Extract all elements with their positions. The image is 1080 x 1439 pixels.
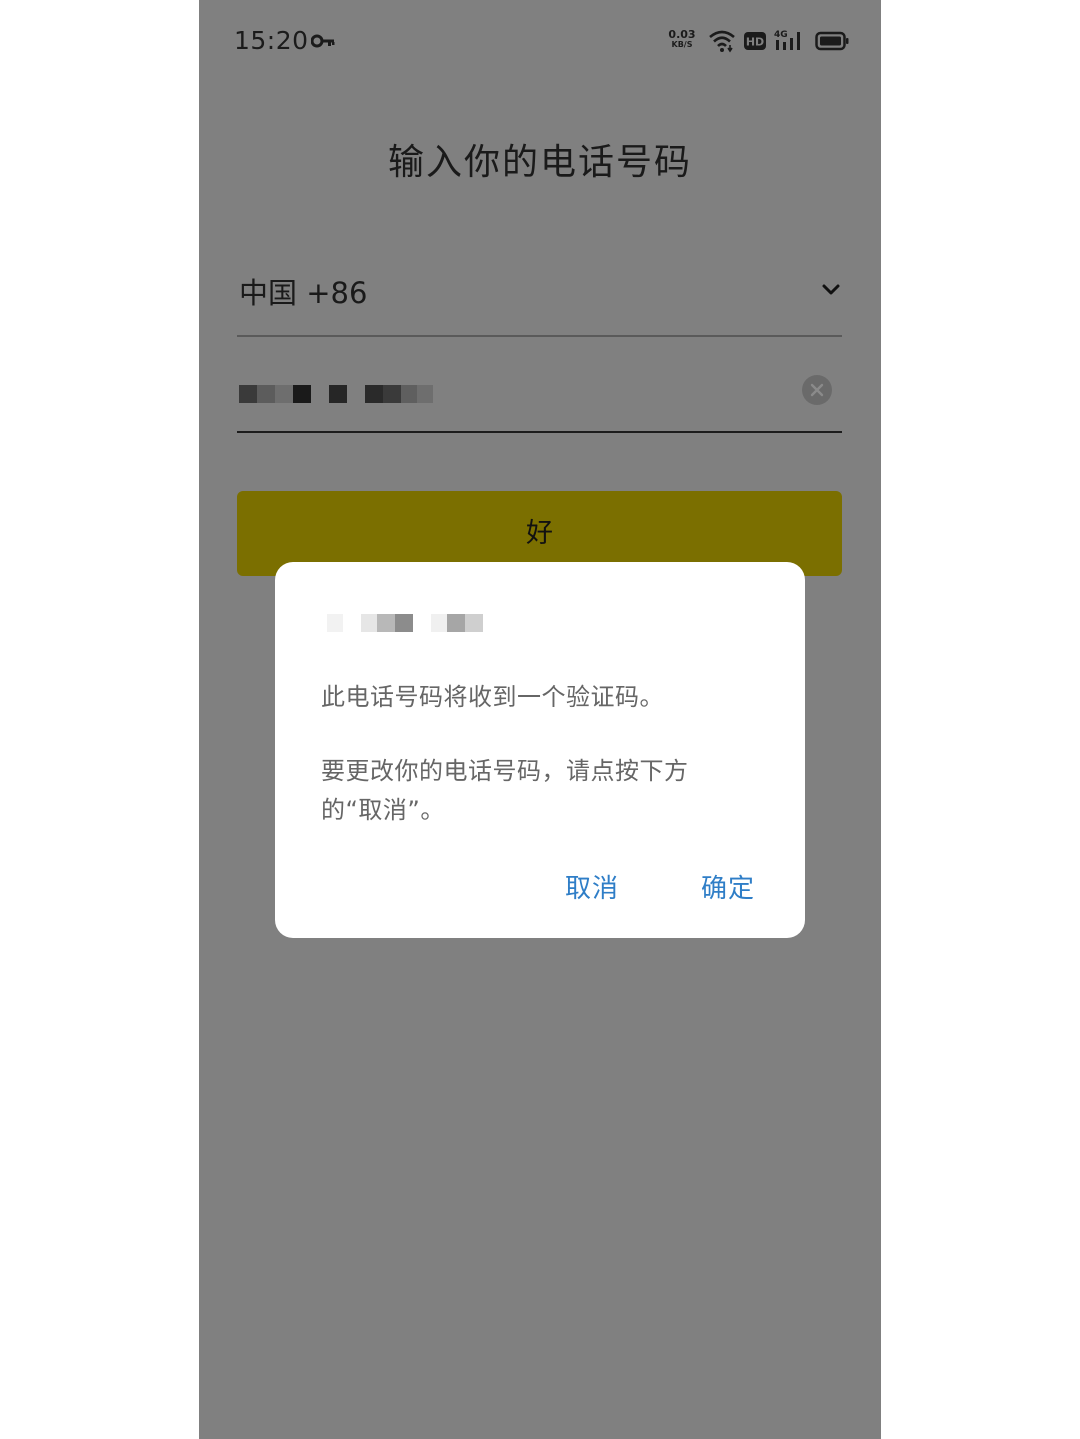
- hd-label: HD: [746, 36, 764, 49]
- net-speed-value: 0.03: [668, 28, 696, 41]
- confirm-button[interactable]: 确定: [701, 868, 755, 905]
- phone-screen: 15:20 0.03 KB/S HD 4G 输入你的电话号码 中国 +86 好 …: [199, 0, 881, 1439]
- signal-icon: 4G: [774, 30, 800, 50]
- confirmation-dialog: 此电话号码将收到一个验证码。 要更改你的电话号码，请点按下方的“取消”。 取消 …: [275, 562, 805, 938]
- status-time: 15:20: [234, 26, 309, 55]
- battery-icon: [815, 31, 849, 51]
- dialog-message-change-number: 要更改你的电话号码，请点按下方的“取消”。: [321, 757, 689, 824]
- masked-dialog-phone-number: [327, 614, 483, 632]
- network-type-label: 4G: [774, 30, 788, 40]
- page-title: 输入你的电话号码: [387, 142, 692, 183]
- cancel-button[interactable]: 取消: [565, 868, 619, 905]
- phone-number-input[interactable]: [237, 360, 842, 430]
- net-speed-indicator: 0.03 KB/S: [665, 29, 699, 50]
- country-code-selector[interactable]: 中国 +86: [237, 262, 842, 336]
- dialog-message-verification: 此电话号码将收到一个验证码。: [321, 683, 664, 711]
- chevron-down-icon: [822, 284, 840, 295]
- country-code-label: 中国 +86: [239, 276, 368, 310]
- key-icon: [311, 34, 335, 48]
- masked-phone-number: [239, 385, 433, 403]
- wifi-icon: [709, 30, 735, 53]
- status-bar: 15:20 0.03 KB/S HD 4G: [199, 0, 881, 84]
- hd-icon: HD: [744, 32, 766, 50]
- country-divider: [237, 335, 842, 337]
- clear-input-icon[interactable]: [801, 374, 833, 406]
- phone-divider: [237, 431, 842, 433]
- net-speed-unit: KB/S: [671, 40, 693, 49]
